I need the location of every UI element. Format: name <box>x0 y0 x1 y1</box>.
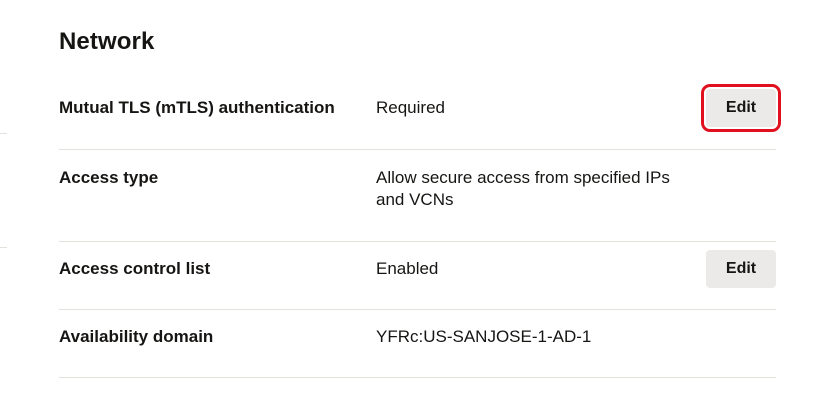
access-type-label: Access type <box>59 168 159 187</box>
left-edge-divider <box>0 133 7 134</box>
availability-domain-label: Availability domain <box>59 327 214 346</box>
mtls-edit-button[interactable]: Edit <box>701 84 781 132</box>
acl-edit-button[interactable]: Edit <box>706 250 776 288</box>
availability-domain-value: YFRc:US-SANJOSE-1-AD-1 <box>376 327 592 346</box>
mtls-value: Required <box>376 98 445 117</box>
section-title: Network <box>59 28 155 55</box>
row-availability-domain: Availability domain YFRc:US-SANJOSE-1-AD… <box>59 310 776 378</box>
mtls-label: Mutual TLS (mTLS) authentication <box>59 98 335 117</box>
access-type-value: Allow secure access from specified IPs a… <box>376 168 670 209</box>
row-mtls: Mutual TLS (mTLS) authentication Require… <box>59 80 781 150</box>
acl-label: Access control list <box>59 259 211 278</box>
acl-value: Enabled <box>376 259 439 278</box>
row-access-type: Access type Allow secure access from spe… <box>59 150 776 242</box>
row-access-control-list: Access control list Enabled Edit <box>59 242 776 310</box>
left-edge-divider <box>0 247 7 248</box>
